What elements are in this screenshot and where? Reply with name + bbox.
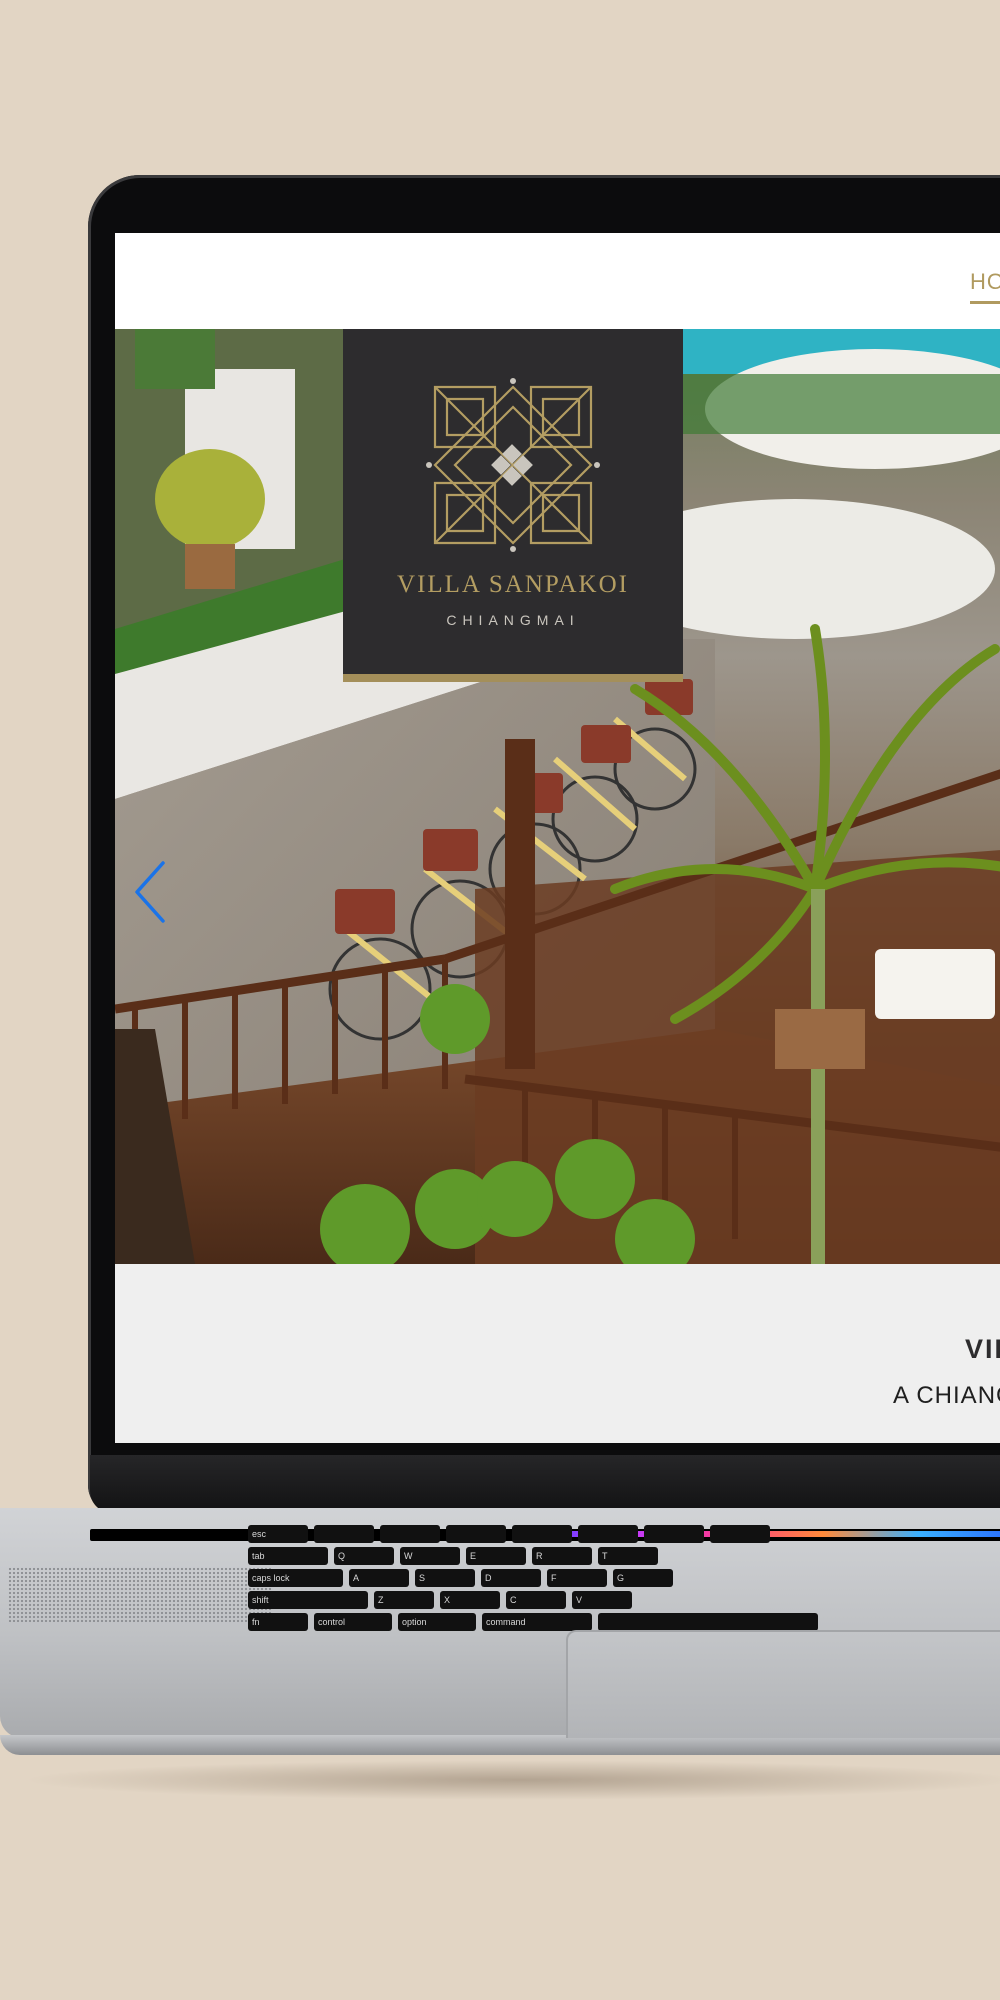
key-e[interactable]: E [466,1547,526,1565]
key-row-1: esc [248,1525,770,1543]
key-option[interactable]: option [398,1613,476,1631]
keyboard: esc tab Q W E R T caps lock A S D F G sh… [248,1525,1000,1635]
key-shift[interactable]: shift [248,1591,368,1609]
laptop-shadow [20,1760,1000,1800]
key-tab[interactable]: tab [248,1547,328,1565]
logo-emblem-icon [426,378,600,552]
laptop-lid-chin [90,1455,1000,1513]
key-row-2: tab Q W E R T [248,1547,658,1565]
key-d[interactable]: D [481,1569,541,1587]
key-control[interactable]: control [314,1613,392,1631]
trackpad[interactable] [566,1630,1000,1738]
key-f[interactable]: F [547,1569,607,1587]
site-header: HO [115,233,1000,329]
key-caps-lock[interactable]: caps lock [248,1569,343,1587]
key-v[interactable]: V [572,1591,632,1609]
key[interactable]: esc [248,1525,308,1543]
laptop-base-lip [0,1735,1000,1755]
key-c[interactable]: C [506,1591,566,1609]
intro-section: VIL A CHIANG [115,1264,1000,1443]
key[interactable] [578,1525,638,1543]
key-x[interactable]: X [440,1591,500,1609]
key-g[interactable]: G [613,1569,673,1587]
key-a[interactable]: A [349,1569,409,1587]
intro-tagline: A CHIANG [893,1382,1000,1409]
key-row-4: shift Z X C V [248,1591,632,1609]
key[interactable] [314,1525,374,1543]
key[interactable] [446,1525,506,1543]
key-row-3: caps lock A S D F G [248,1569,673,1587]
key-w[interactable]: W [400,1547,460,1565]
logo-subtitle: CHIANGMAI [446,612,580,628]
key-z[interactable]: Z [374,1591,434,1609]
key-q[interactable]: Q [334,1547,394,1565]
key[interactable] [512,1525,572,1543]
hero-slideshow: VILLA SANPAKOI CHIANGMAI [115,329,1000,1264]
nav-link-home[interactable]: HO [970,269,1000,304]
intro-title: VIL [965,1334,1000,1364]
key[interactable] [380,1525,440,1543]
key-t[interactable]: T [598,1547,658,1565]
laptop-screen: HO VILLA SANPAKOI CHIANGMAI VI A CHIAN [115,233,1000,1443]
key-fn[interactable]: fn [248,1613,308,1631]
key-command[interactable]: command [482,1613,592,1631]
key-space[interactable] [598,1613,818,1631]
speaker-grille [8,1567,273,1622]
logo-title: VILLA SANPAKOI [397,571,629,598]
site-logo[interactable]: VILLA SANPAKOI CHIANGMAI [343,329,683,682]
key-row-5: fn control option command [248,1613,818,1631]
key[interactable] [644,1525,704,1543]
key-s[interactable]: S [415,1569,475,1587]
chevron-left-icon[interactable] [133,859,167,925]
key[interactable] [710,1525,770,1543]
key-r[interactable]: R [532,1547,592,1565]
